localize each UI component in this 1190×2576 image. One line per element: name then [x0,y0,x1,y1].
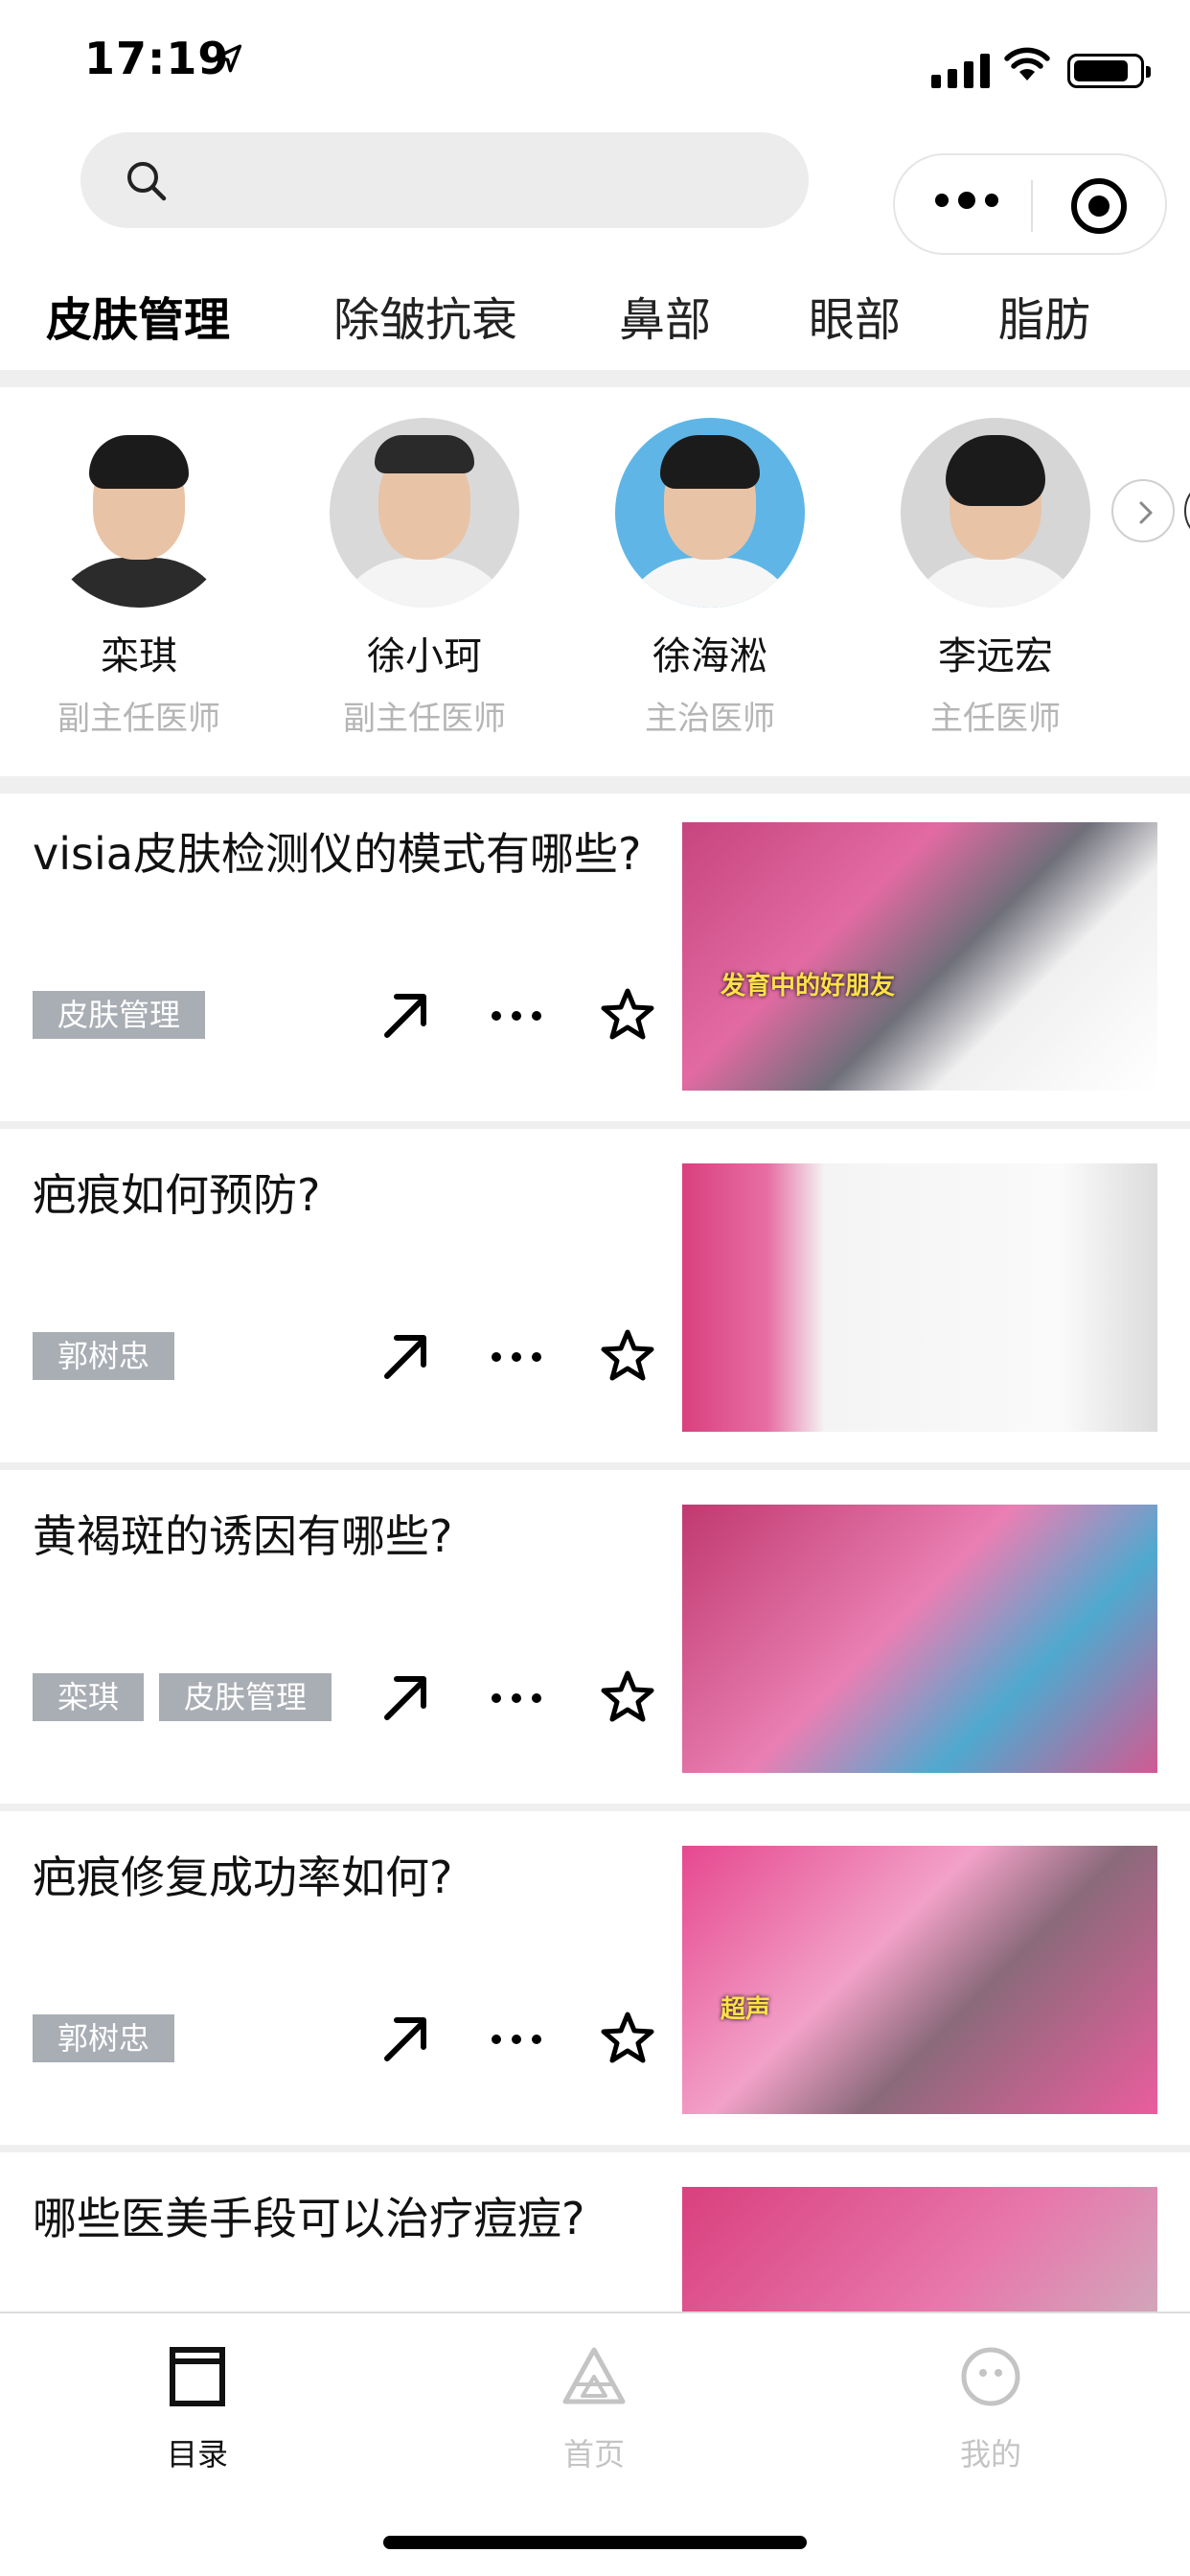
thumbnail-caption: 发育中的好朋友 [721,972,896,1000]
doctor-name: 徐海淞 [652,634,767,678]
doctor-title: 副主任医师 [57,700,220,738]
tabbar-item-catalog[interactable]: 目录 [121,2342,274,2474]
tag-badge[interactable]: 郭树忠 [33,1332,175,1380]
star-favorite-icon[interactable] [594,1322,661,1390]
doctor-name: 徐小珂 [367,634,482,678]
share-arrow-icon[interactable] [372,981,439,1048]
tag-badge[interactable]: 郭树忠 [33,2014,175,2062]
battery-icon [1067,54,1151,88]
article-list-item[interactable]: 黄褐斑的诱因有哪些? 栾琪 皮肤管理 [0,1476,1190,1798]
article-thumbnail[interactable] [682,1505,1157,1773]
capsule-divider [1031,180,1033,232]
home-indicator [383,2536,807,2549]
tab-eyes[interactable]: 眼部 [809,282,901,349]
doctor-card[interactable]: 徐小珂 副主任医师 [314,418,535,739]
mini-program-capsule [893,153,1167,255]
tab-nose[interactable]: 鼻部 [619,282,711,349]
status-time: 17:19 [84,33,230,84]
share-arrow-icon[interactable] [372,1664,439,1731]
doctor-title: 副主任医师 [343,700,506,738]
tag-badge[interactable]: 栾琪 [33,1673,145,1721]
tabbar-label: 目录 [166,2436,228,2472]
article-title[interactable]: 哪些医美手段可以治疗痘痘? [33,2187,665,2250]
article-thumbnail[interactable] [682,1163,1157,1432]
share-arrow-icon[interactable] [372,2005,439,2072]
status-bar: 17:19 [0,0,1190,125]
article-thumbnail[interactable]: 超声 [682,1846,1157,2114]
article-title[interactable]: 疤痕修复成功率如何? [33,1846,665,1909]
doctor-card[interactable]: 栾琪 副主任医师 [29,418,249,739]
doctor-carousel: 栾琪 副主任医师 徐小珂 副主任医师 徐海淞 主治医师 李远宏 主任医师 [0,393,1190,776]
list-divider [0,1462,1190,1470]
more-dots-icon[interactable] [483,1322,550,1390]
avatar [901,418,1090,608]
article-title[interactable]: 疤痕如何预防? [33,1163,665,1227]
close-target-icon[interactable] [1071,178,1127,234]
article-tags: 郭树忠 [33,2014,175,2062]
more-dots-icon[interactable] [483,1664,550,1731]
star-favorite-icon[interactable] [594,981,661,1048]
tag-badge[interactable]: 皮肤管理 [159,1673,332,1721]
chevron-right-icon [1139,501,1153,524]
avatar [615,418,805,608]
article-tags: 栾琪 皮肤管理 [33,1673,332,1721]
more-dots-icon[interactable] [483,2005,550,2072]
cellular-signal-icon [931,50,990,88]
star-favorite-icon[interactable] [594,2005,661,2072]
catalog-icon [170,2347,225,2406]
tab-anti-aging[interactable]: 除皱抗衰 [333,282,517,349]
more-options-icon[interactable] [935,192,998,209]
article-list-item[interactable]: 疤痕如何预防? 郭树忠 [0,1135,1190,1457]
doctor-card[interactable]: 李远宏 主任医师 [885,418,1106,739]
carousel-edge [1184,479,1190,542]
doctor-name: 李远宏 [938,634,1053,678]
star-favorite-icon[interactable] [594,1664,661,1731]
doctor-title: 主治医师 [645,700,775,738]
category-tabs: 皮肤管理 除皱抗衰 鼻部 眼部 脂肪 [0,274,1190,370]
article-list-item[interactable]: 疤痕修复成功率如何? 郭树忠 超声 [0,1817,1190,2139]
tag-badge[interactable]: 皮肤管理 [33,991,206,1039]
thumbnail-caption: 超声 [721,1995,771,2024]
article-tags: 皮肤管理 [33,991,206,1039]
doctor-name: 栾琪 [101,634,177,678]
avatar [44,418,234,608]
article-tags: 郭树忠 [33,1332,175,1380]
tabbar-label: 我的 [959,2436,1021,2472]
article-title[interactable]: visia皮肤检测仪的模式有哪些? [33,822,665,886]
list-divider [0,1804,1190,1811]
search-input[interactable] [80,132,809,228]
location-arrow-icon [215,44,242,73]
tabbar-item-home[interactable]: 首页 [517,2342,671,2474]
tab-fat[interactable]: 脂肪 [998,282,1090,349]
doctor-title: 主任医师 [930,700,1061,738]
carousel-next-button[interactable] [1111,479,1175,542]
article-thumbnail[interactable]: 发育中的好朋友 [682,822,1157,1091]
tab-skin-care[interactable]: 皮肤管理 [46,282,230,349]
share-arrow-icon[interactable] [372,1322,439,1390]
list-divider [0,2145,1190,2152]
avatar [330,418,519,608]
wifi-icon [1004,47,1050,80]
profile-face-icon [961,2347,1020,2406]
article-title[interactable]: 黄褐斑的诱因有哪些? [33,1505,665,1568]
doctor-card[interactable]: 徐海淞 主治医师 [600,418,820,739]
more-dots-icon[interactable] [483,981,550,1048]
article-list-item[interactable]: visia皮肤检测仪的模式有哪些? 皮肤管理 发育中的好朋友 [0,794,1190,1116]
divider [0,776,1190,794]
home-triangle-icon [562,2347,626,2404]
search-icon [127,162,167,201]
tabbar-label: 首页 [562,2436,625,2472]
tabbar-item-profile[interactable]: 我的 [914,2342,1067,2474]
list-divider [0,1121,1190,1129]
divider [0,370,1190,387]
